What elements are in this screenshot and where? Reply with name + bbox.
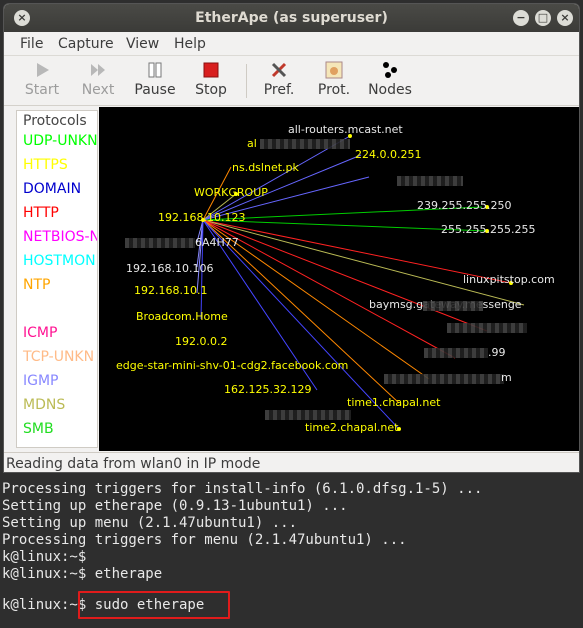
- node-label[interactable]: m: [501, 371, 512, 384]
- start-button[interactable]: Start: [14, 60, 70, 98]
- protocol-item[interactable]: HTTPS: [23, 157, 68, 173]
- terminal-line: Setting up etherape (0.9.13-1ubuntu1) ..…: [2, 498, 348, 514]
- redacted-text: [423, 301, 483, 311]
- node-label[interactable]: 6A4H77: [195, 236, 239, 249]
- network-graph-canvas[interactable]: all-routers.mcast.net al 224.0.0.251 ns.…: [99, 107, 579, 451]
- menu-capture[interactable]: Capture: [58, 36, 114, 52]
- node-label[interactable]: 255.255.255.255: [441, 223, 535, 236]
- node-label[interactable]: 239.255.255.250: [417, 199, 511, 212]
- node-label[interactable]: 192.0.0.2: [175, 335, 227, 348]
- node-label[interactable]: time2.chapal.net: [305, 421, 398, 434]
- toolbar-separator: [246, 64, 247, 98]
- node-label[interactable]: .99: [488, 346, 506, 359]
- terminal-line: Processing triggers for menu (2.1.47ubun…: [2, 532, 407, 548]
- pause-button[interactable]: Pause: [127, 60, 183, 98]
- status-bar: Reading data from wlan0 in IP mode: [4, 452, 579, 472]
- stop-icon: [201, 60, 221, 80]
- etherape-window[interactable]: × EtherApe (as superuser) − □ × File Cap…: [3, 3, 580, 473]
- redacted-text: [397, 176, 463, 186]
- protocol-item[interactable]: NTP: [23, 277, 50, 293]
- nodes-button[interactable]: Nodes: [362, 60, 418, 98]
- protocol-item[interactable]: ICMP: [23, 325, 57, 341]
- title-bar[interactable]: × EtherApe (as superuser) − □ ×: [4, 4, 579, 32]
- node-label[interactable]: WORKGROUP: [194, 186, 268, 199]
- terminal-line: k@linux:~$ etherape: [2, 566, 163, 582]
- redacted-text: [447, 323, 527, 333]
- protocols-button[interactable]: Prot.: [306, 60, 362, 98]
- protocol-item[interactable]: TCP-UNKN: [23, 349, 94, 365]
- node-label[interactable]: 192.168.10.106: [126, 262, 213, 275]
- tools-icon: [269, 60, 289, 80]
- node-label[interactable]: 192.168.10.123: [158, 211, 245, 224]
- redacted-text: [125, 238, 195, 248]
- menu-help[interactable]: Help: [174, 36, 206, 52]
- protocol-item[interactable]: UDP-UNKN: [23, 133, 97, 149]
- close-icon[interactable]: ×: [557, 10, 573, 26]
- menu-file[interactable]: File: [20, 36, 43, 52]
- redacted-text: [384, 374, 504, 384]
- toolbar: Start Next Pause Stop Pref. Prot. Nodes: [4, 56, 579, 106]
- protocols-panel[interactable]: Protocols UDP-UNKN HTTPS DOMAIN HTTP NETBIOS…: [16, 110, 98, 448]
- protocol-item[interactable]: IGMP: [23, 373, 59, 389]
- node-label[interactable]: Broadcom.Home: [136, 310, 228, 323]
- terminal-line: k@linux:~$: [2, 549, 87, 565]
- window-title: EtherApe (as superuser): [195, 10, 388, 26]
- node-label[interactable]: 224.0.0.251: [355, 148, 421, 161]
- protocol-item[interactable]: HOSTMON: [23, 253, 96, 269]
- hand-icon: [324, 60, 344, 80]
- protocol-item[interactable]: BOOTPS: [23, 301, 80, 317]
- redacted-text: [265, 410, 351, 420]
- node-label[interactable]: all-routers.mcast.net: [288, 123, 403, 136]
- menu-bar: File Capture View Help: [4, 32, 579, 56]
- protocol-item[interactable]: NETBIOS-N: [23, 229, 97, 245]
- terminal-line: Processing triggers for install-info (6.…: [2, 481, 483, 497]
- protocol-item[interactable]: HTTP: [23, 205, 59, 221]
- status-text: Reading data from wlan0 in IP mode: [6, 456, 261, 472]
- node-label[interactable]: 192.168.10.1: [134, 284, 207, 297]
- protocol-item[interactable]: DOMAIN: [23, 181, 81, 197]
- stop-button[interactable]: Stop: [183, 60, 239, 98]
- nodes-icon: [380, 60, 400, 80]
- protocol-item[interactable]: SMB: [23, 421, 54, 437]
- command-highlight-box: [78, 591, 230, 619]
- node-label[interactable]: edge-star-mini-shv-01-cdg2.facebook.com: [116, 359, 348, 372]
- next-button[interactable]: Next: [70, 60, 126, 98]
- node-label[interactable]: time1.chapal.net: [347, 396, 440, 409]
- node-label[interactable]: 162.125.32.129: [224, 383, 311, 396]
- preferences-button[interactable]: Pref.: [251, 60, 307, 98]
- pause-icon: [145, 60, 165, 80]
- redacted-text: [424, 348, 488, 358]
- minimize-icon[interactable]: −: [513, 10, 529, 26]
- protocols-header: Protocols: [23, 113, 87, 129]
- redacted-text: [260, 139, 350, 149]
- node-label[interactable]: al: [247, 137, 257, 150]
- menu-view[interactable]: View: [126, 36, 159, 52]
- node-label[interactable]: linuxpitstop.com: [463, 273, 555, 286]
- maximize-icon[interactable]: □: [535, 10, 551, 26]
- play-icon: [32, 60, 52, 80]
- traffic-link: [202, 219, 488, 332]
- terminal-line: Setting up menu (2.1.47ubuntu1) ...: [2, 515, 298, 531]
- skip-forward-icon: [88, 60, 108, 80]
- protocol-item[interactable]: MDNS: [23, 397, 65, 413]
- node-label[interactable]: ns.dslnet.pk: [232, 161, 299, 174]
